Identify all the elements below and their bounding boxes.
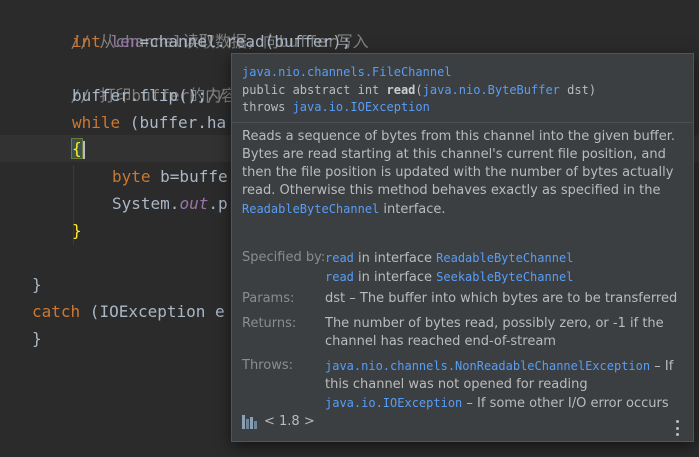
- specified-interface-link[interactable]: SeekableByteChannel: [436, 270, 573, 284]
- description-tail: interface.: [379, 202, 446, 217]
- specified-by-label: Specified by:: [242, 250, 326, 265]
- code-line-1[interactable]: // 从channel读取数据，向buffer写入: [32, 1, 369, 51]
- code-text: (IOException e: [80, 302, 225, 321]
- param-name: dst): [559, 82, 597, 97]
- code-line-5[interactable]: while (buffer.ha: [72, 109, 226, 136]
- matched-brace-open: {: [71, 138, 83, 159]
- more-vertical-icon[interactable]: [675, 420, 679, 436]
- code-variable: len: [110, 32, 140, 51]
- specified-method-link[interactable]: read: [325, 270, 354, 284]
- params-section: Params: dst – The buffer into which byte…: [242, 290, 683, 308]
- throws-keyword: throws: [242, 100, 293, 114]
- code-line-3[interactable]: // 打印buffer的内容: [32, 55, 238, 105]
- code-text: buffer.flip();: [72, 86, 207, 105]
- params-label: Params:: [242, 291, 295, 306]
- code-keyword: while: [72, 113, 121, 132]
- code-brace: }: [32, 275, 42, 294]
- specified-interface-link[interactable]: ReadableByteChannel: [436, 251, 573, 265]
- code-keyword: byte: [112, 167, 151, 186]
- code-text: System.: [112, 194, 180, 213]
- code-text: =channel.read(buffer);: [139, 32, 352, 51]
- params-text: dst – The buffer into which bytes are to…: [325, 291, 678, 306]
- code-static-field: out: [179, 194, 209, 213]
- code-text: .p: [208, 194, 228, 213]
- code-text: (buffer.ha: [120, 113, 227, 132]
- code-line-9[interactable]: }: [72, 217, 82, 244]
- method-signature: java.nio.channels.FileChannel public abs…: [242, 64, 683, 117]
- signature-prefix: public abstract int: [242, 82, 387, 97]
- class-link[interactable]: java.nio.channels.FileChannel: [242, 65, 452, 79]
- throws-label: Throws:: [242, 358, 293, 373]
- method-name: read: [386, 82, 416, 97]
- returns-section: Returns: The number of bytes read, possi…: [242, 315, 683, 351]
- popup-divider: [232, 122, 693, 123]
- returns-text: The number of bytes read, possibly zero,…: [325, 316, 664, 349]
- code-line-4[interactable]: buffer.flip();//: [72, 82, 226, 109]
- code-line-2[interactable]: int len=channel.read(buffer);: [72, 28, 351, 55]
- code-comment: //: [206, 86, 227, 105]
- signature-paren: (: [415, 82, 423, 97]
- throws-type-link[interactable]: java.io.IOException: [293, 100, 430, 114]
- exception-text: – If some other I/O error occurs: [462, 396, 669, 411]
- code-brace: }: [32, 329, 42, 348]
- specified-text: in interface: [353, 270, 437, 285]
- throws-section: Throws: java.nio.channels.NonReadableCha…: [242, 357, 683, 411]
- code-line-10[interactable]: }: [32, 271, 42, 298]
- code-keyword: int: [72, 32, 101, 51]
- code-line-12[interactable]: }: [32, 325, 42, 352]
- library-icon: [242, 414, 258, 429]
- specified-text: in interface: [353, 251, 437, 266]
- exception-link[interactable]: java.io.IOException: [325, 396, 462, 410]
- text-caret: [82, 140, 85, 159]
- code-line-7[interactable]: byte b=buffe: [112, 163, 228, 190]
- code-line-8[interactable]: System.out.p: [112, 190, 228, 217]
- description-text: Reads a sequence of bytes from this chan…: [242, 129, 676, 198]
- returns-label: Returns:: [242, 316, 297, 331]
- method-description: Reads a sequence of bytes from this chan…: [242, 128, 677, 219]
- matched-brace-close: }: [72, 221, 82, 240]
- code-line-11[interactable]: catch (IOException e: [32, 298, 225, 325]
- code-line-6[interactable]: {: [71, 135, 85, 162]
- popup-footer: < 1.8 >: [242, 414, 315, 429]
- specified-by-section: Specified by: read in interface Readable…: [242, 249, 683, 285]
- param-type-link[interactable]: java.nio.ByteBuffer: [423, 83, 560, 97]
- jdk-version-selector[interactable]: < 1.8 >: [264, 414, 315, 429]
- specified-method-link[interactable]: read: [325, 251, 354, 265]
- exception-link[interactable]: java.nio.channels.NonReadableChannelExce…: [325, 359, 650, 373]
- code-keyword: catch: [32, 302, 81, 321]
- code-text: b=buffe: [150, 167, 228, 186]
- description-interface-link[interactable]: ReadableByteChannel: [242, 202, 379, 216]
- quick-documentation-popup[interactable]: java.nio.channels.FileChannel public abs…: [231, 53, 694, 442]
